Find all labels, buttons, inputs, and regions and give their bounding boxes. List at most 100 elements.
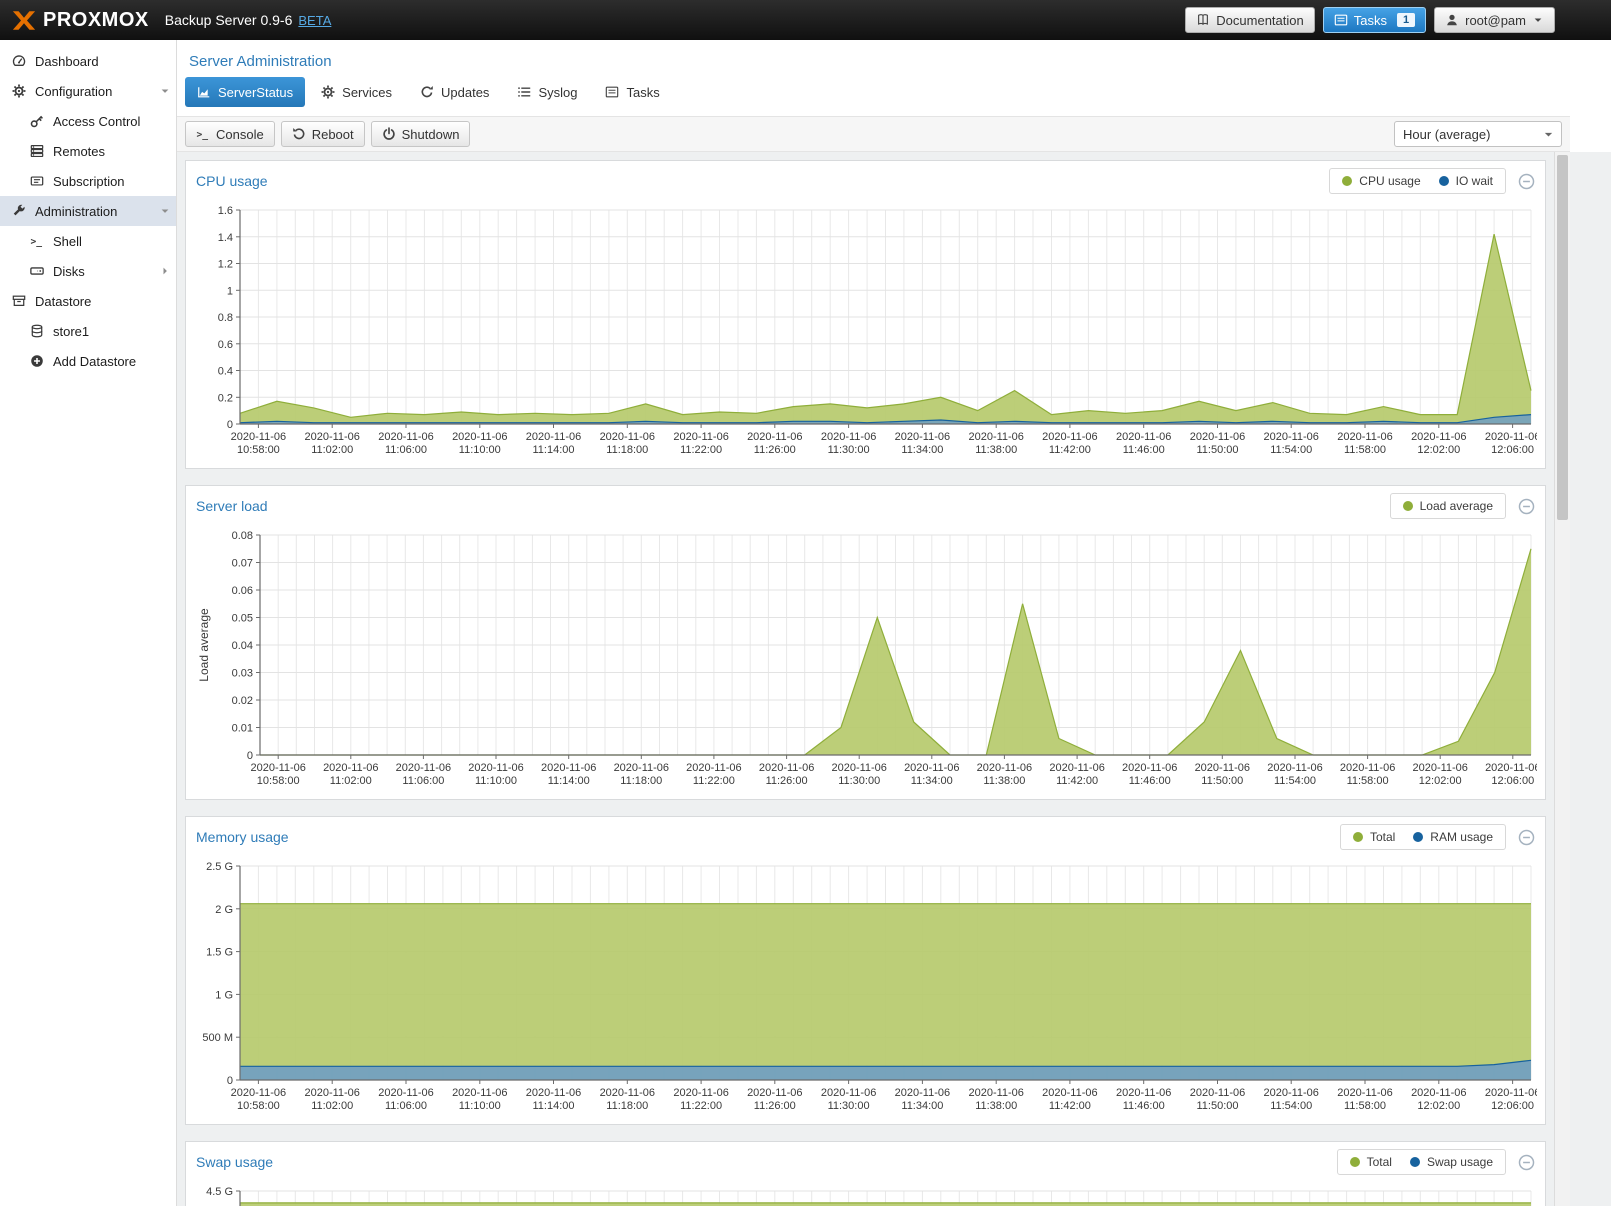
chevron-down-icon <box>1532 14 1544 26</box>
svg-text:2020-11-06: 2020-11-06 <box>378 1087 433 1099</box>
svg-text:2020-11-06: 2020-11-06 <box>304 431 359 443</box>
svg-text:11:10:00: 11:10:00 <box>459 444 501 456</box>
legend-label: IO wait <box>1456 174 1493 188</box>
legend-dot <box>1342 176 1352 186</box>
power-icon <box>382 127 396 141</box>
svg-text:10:58:00: 10:58:00 <box>237 444 280 456</box>
tab-services[interactable]: Services <box>309 77 404 107</box>
collapse-icon[interactable] <box>1518 173 1535 190</box>
collapse-icon[interactable] <box>1518 498 1535 515</box>
svg-text:2020-11-06: 2020-11-06 <box>304 1087 359 1099</box>
svg-text:2020-11-06: 2020-11-06 <box>968 1087 1023 1099</box>
tab-updates[interactable]: Updates <box>408 77 501 107</box>
svg-text:11:14:00: 11:14:00 <box>548 775 590 787</box>
key-icon <box>29 114 45 128</box>
svg-text:2020-11-06: 2020-11-06 <box>904 762 959 774</box>
svg-text:2020-11-06: 2020-11-06 <box>895 1087 950 1099</box>
sidebar-item-shell[interactable]: >_ Shell <box>0 226 176 256</box>
sidebar-item-subscription[interactable]: Subscription <box>0 166 176 196</box>
collapse-icon[interactable] <box>1518 829 1535 846</box>
svg-text:2020-11-06: 2020-11-06 <box>759 762 814 774</box>
documentation-button[interactable]: Documentation <box>1185 7 1314 33</box>
sidebar-item-administration[interactable]: Administration <box>0 196 176 226</box>
legend-label: Swap usage <box>1427 1155 1493 1169</box>
legend-item-total[interactable]: Total <box>1353 830 1395 844</box>
tab-label: Syslog <box>538 85 577 100</box>
beta-link[interactable]: BETA <box>298 13 331 28</box>
main-content: Server Administration ServerStatus Servi… <box>177 40 1611 1206</box>
svg-text:2020-11-06: 2020-11-06 <box>1340 762 1395 774</box>
sidebar-item-dashboard[interactable]: Dashboard <box>0 46 176 76</box>
svg-text:11:42:00: 11:42:00 <box>1049 444 1091 456</box>
legend-label: Load average <box>1420 499 1493 513</box>
svg-text:0.6: 0.6 <box>218 339 233 351</box>
shutdown-button[interactable]: Shutdown <box>371 121 471 147</box>
legend-item-load-average[interactable]: Load average <box>1403 499 1493 513</box>
tab-serverstatus[interactable]: ServerStatus <box>185 77 305 107</box>
sidebar-item-datastore[interactable]: Datastore <box>0 286 176 316</box>
svg-text:2020-11-06: 2020-11-06 <box>541 762 596 774</box>
svg-text:2020-11-06: 2020-11-06 <box>452 1087 507 1099</box>
legend-item-io-wait[interactable]: IO wait <box>1439 174 1493 188</box>
tasks-button[interactable]: Tasks 1 <box>1323 7 1426 33</box>
svg-text:11:46:00: 11:46:00 <box>1129 775 1171 787</box>
legend-label: RAM usage <box>1430 830 1493 844</box>
chevron-right-icon[interactable] <box>159 265 171 277</box>
svg-text:12:02:00: 12:02:00 <box>1417 444 1460 456</box>
svg-text:1: 1 <box>227 285 233 297</box>
legend-item-swap-usage[interactable]: Swap usage <box>1410 1155 1493 1169</box>
svg-text:11:26:00: 11:26:00 <box>754 1100 796 1112</box>
legend-item-total[interactable]: Total <box>1350 1155 1392 1169</box>
svg-text:11:14:00: 11:14:00 <box>532 1100 574 1112</box>
sidebar-item-disks[interactable]: Disks <box>0 256 176 286</box>
svg-text:11:30:00: 11:30:00 <box>838 775 880 787</box>
svg-text:10:58:00: 10:58:00 <box>257 775 300 787</box>
sidebar-item-access-control[interactable]: Access Control <box>0 106 176 136</box>
svg-text:>_: >_ <box>30 237 42 248</box>
svg-text:2020-11-06: 2020-11-06 <box>1190 431 1245 443</box>
svg-text:2020-11-06: 2020-11-06 <box>1412 762 1467 774</box>
database-icon <box>29 324 45 338</box>
sidebar-item-add-datastore[interactable]: Add Datastore <box>0 346 176 376</box>
svg-text:11:06:00: 11:06:00 <box>385 444 427 456</box>
sidebar-item-configuration[interactable]: Configuration <box>0 76 176 106</box>
legend: CPU usage IO wait <box>1329 168 1506 194</box>
svg-text:11:10:00: 11:10:00 <box>475 775 517 787</box>
tab-tasks[interactable]: Tasks <box>593 77 671 107</box>
svg-text:2020-11-06: 2020-11-06 <box>1195 762 1250 774</box>
svg-text:2020-11-06: 2020-11-06 <box>821 431 876 443</box>
svg-text:2020-11-06: 2020-11-06 <box>1337 1087 1392 1099</box>
svg-text:0.07: 0.07 <box>232 558 253 570</box>
svg-text:11:34:00: 11:34:00 <box>911 775 953 787</box>
svg-text:2 G: 2 G <box>215 904 233 916</box>
hdd-icon <box>29 264 45 278</box>
sidebar-item-store1[interactable]: store1 <box>0 316 176 346</box>
svg-text:2020-11-06: 2020-11-06 <box>1263 1087 1318 1099</box>
chevron-down-icon[interactable] <box>159 205 171 217</box>
console-button[interactable]: >_ Console <box>185 121 275 147</box>
content-scrollbar[interactable] <box>1554 152 1570 1206</box>
svg-text:11:14:00: 11:14:00 <box>532 444 574 456</box>
svg-text:11:38:00: 11:38:00 <box>983 775 1025 787</box>
scrollbar-thumb[interactable] <box>1557 155 1568 520</box>
svg-text:2020-11-06: 2020-11-06 <box>396 762 451 774</box>
sidebar-item-remotes[interactable]: Remotes <box>0 136 176 166</box>
gear-icon <box>321 85 335 99</box>
timeframe-select[interactable]: Hour (average) <box>1394 121 1562 147</box>
svg-text:2020-11-06: 2020-11-06 <box>747 1087 802 1099</box>
reboot-button[interactable]: Reboot <box>281 121 365 147</box>
collapse-icon[interactable] <box>1518 1154 1535 1171</box>
svg-text:1.5 G: 1.5 G <box>206 947 233 959</box>
chevron-down-icon[interactable] <box>159 85 171 97</box>
sidebar-item-label: store1 <box>53 324 89 339</box>
tasks-count-badge: 1 <box>1397 13 1415 27</box>
tab-syslog[interactable]: Syslog <box>505 77 589 107</box>
user-menu-button[interactable]: root@pam <box>1434 7 1555 33</box>
legend-item-cpu-usage[interactable]: CPU usage <box>1342 174 1420 188</box>
svg-text:11:58:00: 11:58:00 <box>1344 444 1386 456</box>
legend-item-ram-usage[interactable]: RAM usage <box>1413 830 1493 844</box>
panel-header: Memory usage Total RAM usage <box>186 817 1545 856</box>
svg-text:2020-11-06: 2020-11-06 <box>1485 762 1537 774</box>
svg-text:2020-11-06: 2020-11-06 <box>1049 762 1104 774</box>
svg-text:11:18:00: 11:18:00 <box>606 444 648 456</box>
